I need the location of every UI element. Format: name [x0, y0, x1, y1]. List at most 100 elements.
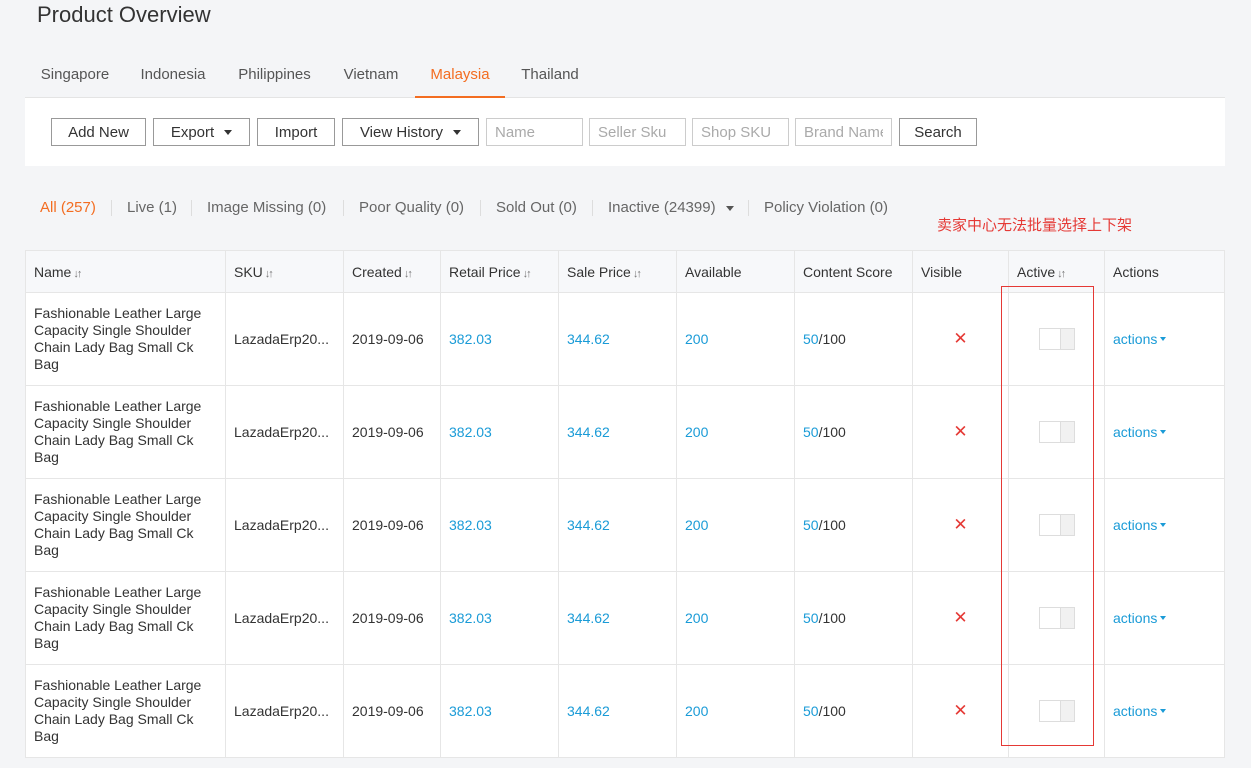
filter-sold-out[interactable]: Sold Out (0) — [496, 196, 577, 220]
close-icon: ✕ — [953, 422, 968, 441]
filter-divider — [343, 200, 344, 216]
annotation-note: 卖家中心无法批量选择上下架 — [937, 216, 1133, 234]
actions-dropdown[interactable]: actions — [1113, 331, 1167, 347]
filter-divider — [748, 200, 749, 216]
product-content-score: 50/100 — [794, 478, 913, 572]
product-available[interactable]: 200 — [676, 385, 795, 479]
export-button[interactable]: Export — [153, 118, 250, 146]
product-active — [1008, 292, 1105, 386]
tab-philippines[interactable]: Philippines — [237, 56, 312, 98]
tab-thailand[interactable]: Thailand — [520, 56, 580, 98]
filter-policy-violation[interactable]: Policy Violation (0) — [764, 196, 888, 220]
name-input[interactable] — [486, 118, 583, 146]
product-name: Fashionable Leather Large Capacity Singl… — [25, 385, 226, 479]
product-sku: LazadaErp20... — [225, 292, 344, 386]
product-created: 2019-09-06 — [343, 478, 441, 572]
header-retail-price[interactable]: Retail Price ↓↑ — [440, 250, 559, 293]
product-sale-price[interactable]: 344.62 — [558, 664, 677, 758]
toolbar: Add New Export Import View History Searc… — [25, 98, 1225, 166]
tab-singapore[interactable]: Singapore — [40, 56, 110, 98]
product-sku: LazadaErp20... — [225, 664, 344, 758]
seller-sku-input[interactable] — [589, 118, 686, 146]
search-button[interactable]: Search — [899, 118, 977, 146]
table-row: Fashionable Leather Large Capacity Singl… — [25, 571, 1225, 665]
tab-indonesia[interactable]: Indonesia — [140, 56, 206, 98]
filter-inactive[interactable]: Inactive (24399) — [608, 196, 734, 220]
product-active — [1008, 385, 1105, 479]
product-sale-price[interactable]: 344.62 — [558, 292, 677, 386]
product-actions: actions — [1104, 664, 1225, 758]
product-name: Fashionable Leather Large Capacity Singl… — [25, 571, 226, 665]
product-name: Fashionable Leather Large Capacity Singl… — [25, 664, 226, 758]
header-sku[interactable]: SKU ↓↑ — [225, 250, 344, 293]
product-visible: ✕ — [912, 478, 1009, 572]
product-visible: ✕ — [912, 664, 1009, 758]
product-sku: LazadaErp20... — [225, 478, 344, 572]
filter-divider — [111, 200, 112, 216]
product-retail-price[interactable]: 382.03 — [440, 292, 559, 386]
product-available[interactable]: 200 — [676, 292, 795, 386]
product-sale-price[interactable]: 344.62 — [558, 385, 677, 479]
active-toggle[interactable] — [1038, 700, 1075, 722]
filter-live[interactable]: Live (1) — [127, 196, 177, 220]
product-retail-price[interactable]: 382.03 — [440, 571, 559, 665]
sort-icon[interactable]: ↓↑ — [1057, 268, 1066, 280]
sort-icon[interactable]: ↓↑ — [404, 268, 413, 280]
product-available[interactable]: 200 — [676, 478, 795, 572]
sort-icon[interactable]: ↓↑ — [265, 268, 274, 280]
filter-inactive-label: Inactive (24399) — [608, 199, 716, 216]
product-visible: ✕ — [912, 292, 1009, 386]
header-created[interactable]: Created ↓↑ — [343, 250, 441, 293]
actions-dropdown[interactable]: actions — [1113, 610, 1167, 626]
filter-divider — [592, 200, 593, 216]
product-content-score: 50/100 — [794, 385, 913, 479]
shop-sku-input[interactable] — [692, 118, 789, 146]
sort-icon[interactable]: ↓↑ — [73, 268, 82, 280]
active-toggle[interactable] — [1038, 607, 1075, 629]
caret-down-icon — [224, 129, 233, 135]
product-sku: LazadaErp20... — [225, 571, 344, 665]
product-actions: actions — [1104, 571, 1225, 665]
sort-icon[interactable]: ↓↑ — [523, 268, 532, 280]
import-button[interactable]: Import — [257, 118, 335, 146]
product-sale-price[interactable]: 344.62 — [558, 478, 677, 572]
add-new-label: Add New — [68, 123, 129, 141]
product-active — [1008, 571, 1105, 665]
caret-down-icon — [1160, 430, 1167, 434]
product-retail-price[interactable]: 382.03 — [440, 385, 559, 479]
active-toggle[interactable] — [1038, 514, 1075, 536]
product-retail-price[interactable]: 382.03 — [440, 478, 559, 572]
active-toggle[interactable] — [1038, 421, 1075, 443]
product-name: Fashionable Leather Large Capacity Singl… — [25, 292, 226, 386]
active-toggle[interactable] — [1038, 328, 1075, 350]
product-sku: LazadaErp20... — [225, 385, 344, 479]
product-sale-price[interactable]: 344.62 — [558, 571, 677, 665]
caret-down-icon — [453, 129, 462, 135]
product-created: 2019-09-06 — [343, 571, 441, 665]
view-history-label: View History — [359, 123, 444, 141]
sort-icon[interactable]: ↓↑ — [633, 268, 642, 280]
tab-malaysia[interactable]: Malaysia — [415, 56, 505, 98]
product-available[interactable]: 200 — [676, 571, 795, 665]
table-row: Fashionable Leather Large Capacity Singl… — [25, 385, 1225, 479]
actions-dropdown[interactable]: actions — [1113, 517, 1167, 533]
caret-down-icon — [725, 205, 734, 211]
filter-poor-quality[interactable]: Poor Quality (0) — [359, 196, 464, 220]
tab-vietnam[interactable]: Vietnam — [342, 56, 400, 98]
add-new-button[interactable]: Add New — [51, 118, 146, 146]
brand-name-input[interactable] — [795, 118, 892, 146]
header-name[interactable]: Name ↓↑ — [25, 250, 226, 293]
product-retail-price[interactable]: 382.03 — [440, 664, 559, 758]
filter-all[interactable]: All (257) — [40, 196, 96, 220]
actions-dropdown[interactable]: actions — [1113, 703, 1167, 719]
header-sale-price[interactable]: Sale Price ↓↑ — [558, 250, 677, 293]
product-available[interactable]: 200 — [676, 664, 795, 758]
caret-down-icon — [1160, 523, 1167, 527]
header-active[interactable]: Active ↓↑ — [1008, 250, 1105, 293]
product-visible: ✕ — [912, 385, 1009, 479]
country-tabs: Singapore Indonesia Philippines Vietnam … — [25, 56, 1225, 98]
actions-dropdown[interactable]: actions — [1113, 424, 1167, 440]
filter-image-missing[interactable]: Image Missing (0) — [207, 196, 326, 220]
status-filters: All (257) Live (1) Image Missing (0) Poo… — [25, 196, 925, 220]
view-history-button[interactable]: View History — [342, 118, 479, 146]
